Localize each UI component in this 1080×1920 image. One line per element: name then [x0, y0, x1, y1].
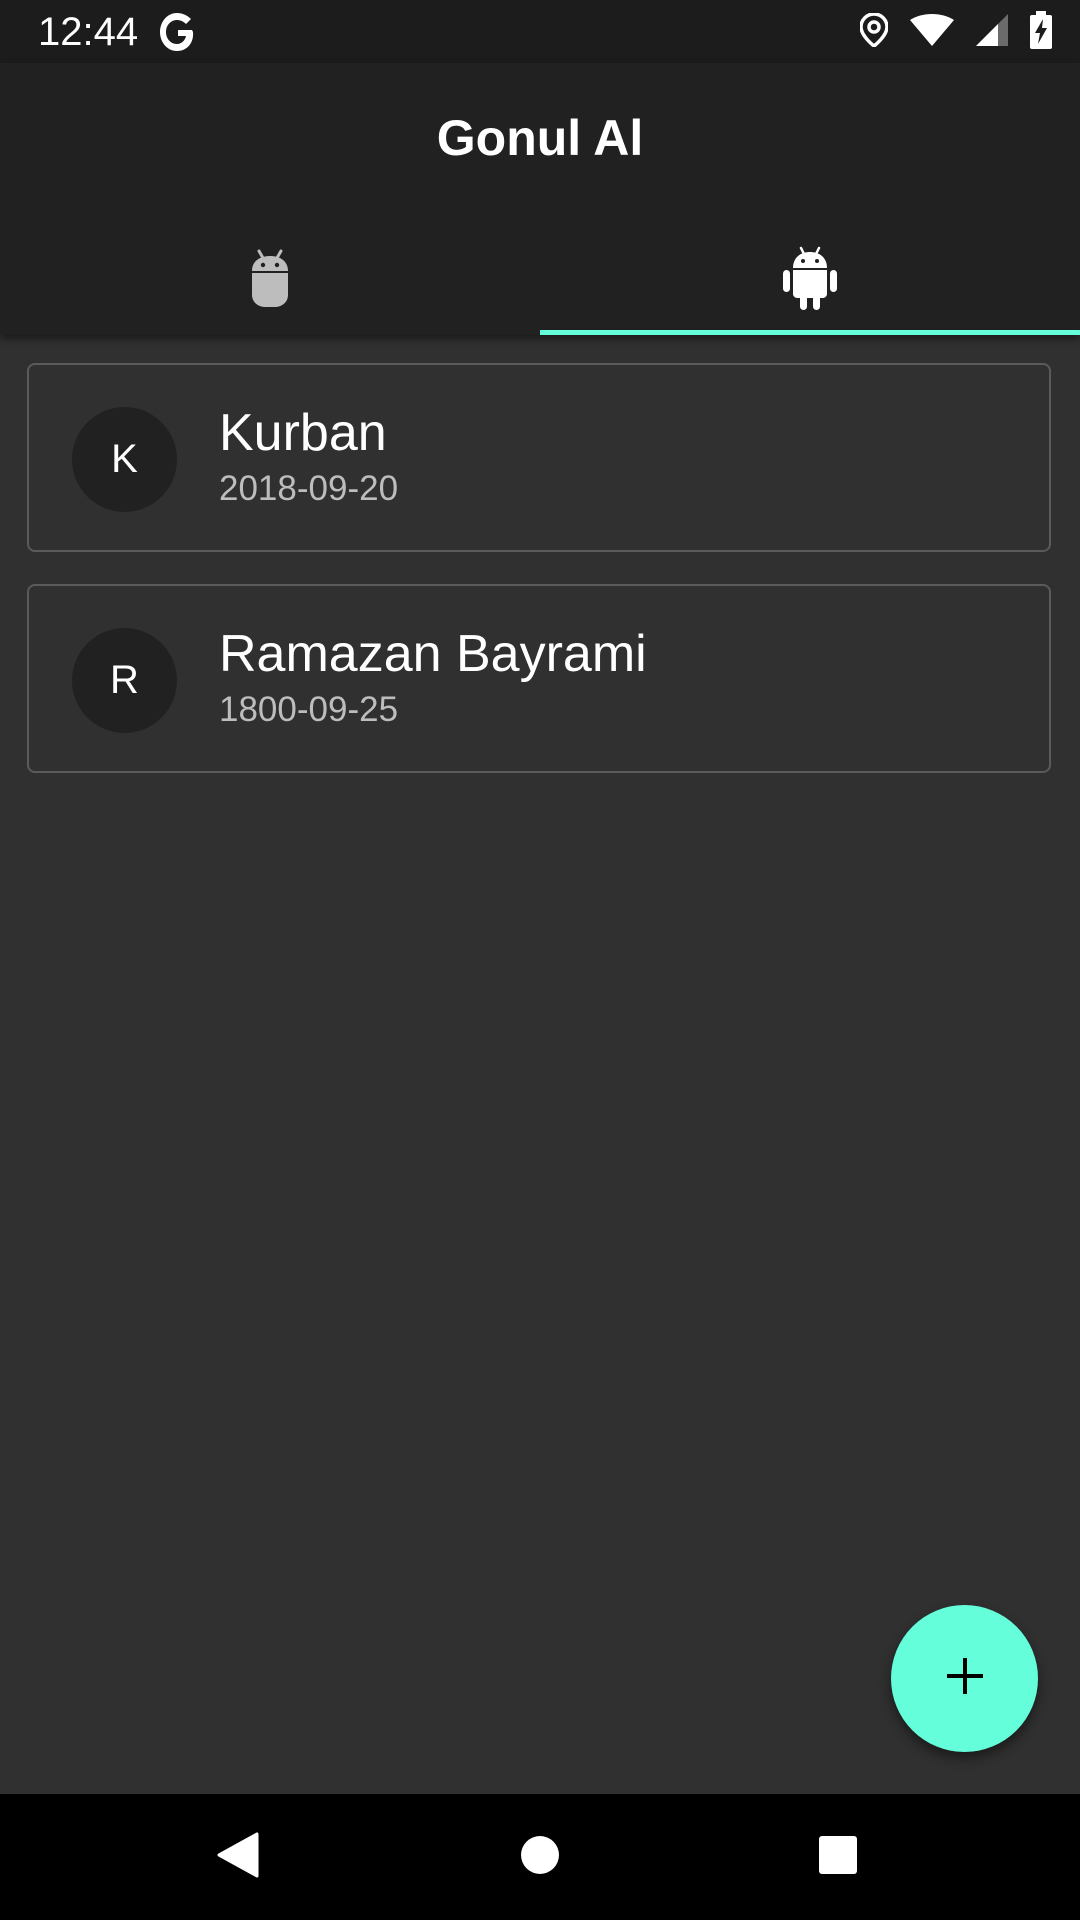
- home-icon: [520, 1835, 560, 1880]
- signal-icon: [976, 13, 1008, 51]
- status-icons: [859, 10, 1052, 54]
- list-item[interactable]: R Ramazan Bayrami 1800-09-25: [27, 584, 1051, 773]
- nav-bar: [0, 1794, 1080, 1920]
- location-icon: [859, 11, 889, 52]
- add-button[interactable]: [891, 1605, 1038, 1752]
- recents-icon: [818, 1835, 858, 1880]
- item-date: 2018-09-20: [219, 469, 399, 508]
- list-item[interactable]: K Kurban 2018-09-20: [27, 363, 1051, 552]
- tab-indicator: [540, 330, 1080, 335]
- battery-charging-icon: [1030, 10, 1052, 54]
- plus-icon: [945, 1656, 985, 1701]
- app-title: Gonul Al: [436, 110, 644, 166]
- avatar: R: [72, 628, 177, 733]
- back-button[interactable]: [205, 1824, 271, 1890]
- avatar: K: [72, 407, 177, 512]
- recents-button[interactable]: [805, 1824, 871, 1890]
- item-title: Kurban: [219, 404, 387, 462]
- wifi-icon: [910, 13, 954, 51]
- android-outline-icon: [250, 249, 290, 312]
- tab-android-outline[interactable]: [0, 225, 540, 335]
- status-time: 12:44: [38, 10, 139, 54]
- back-icon: [217, 1832, 259, 1883]
- android-icon: [783, 246, 837, 315]
- tab-android[interactable]: [540, 225, 1080, 335]
- item-date: 1800-09-25: [219, 690, 399, 729]
- google-icon: [158, 10, 198, 54]
- app-bar: Gonul Al: [0, 63, 1080, 335]
- status-bar: 12:44: [0, 0, 1080, 63]
- item-title: Ramazan Bayrami: [219, 625, 647, 683]
- screen: 12:44 Gonul Al K Kurban 2018-09-20 R Ram…: [0, 0, 1080, 1920]
- home-button[interactable]: [507, 1824, 573, 1890]
